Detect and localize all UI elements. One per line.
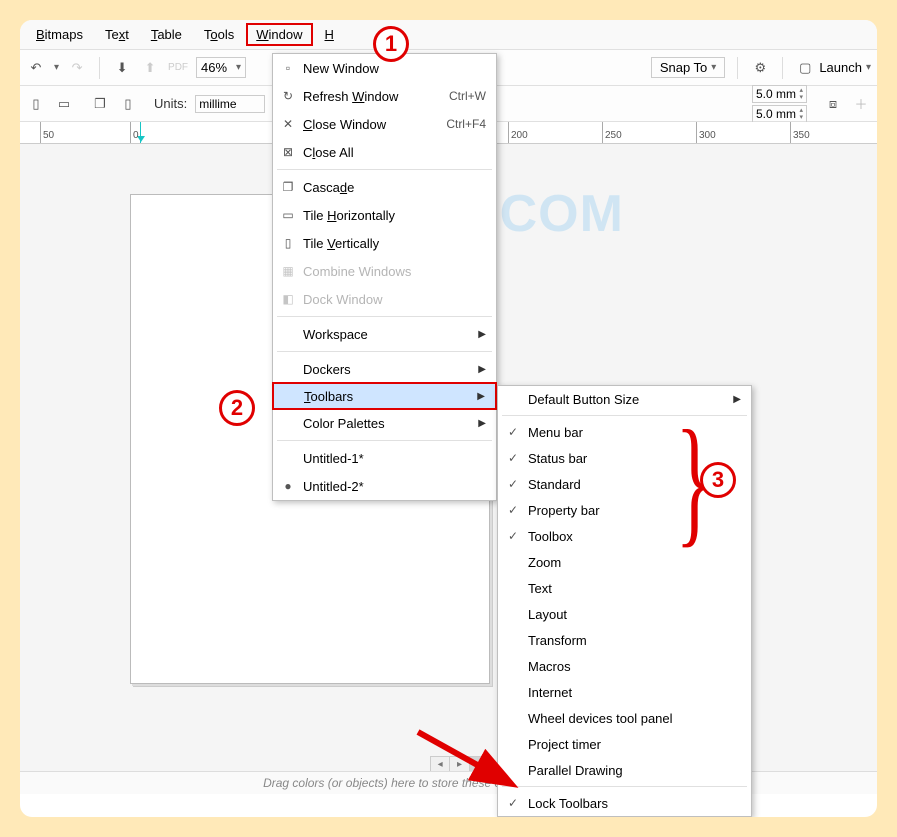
- check-icon: ✓: [504, 449, 522, 467]
- undo-caret[interactable]: ▾: [54, 62, 59, 73]
- current-page-icon[interactable]: ▯: [118, 94, 138, 114]
- crop-frame-icon[interactable]: ⧈: [823, 94, 843, 114]
- ruler-tick: 350: [793, 130, 810, 141]
- menu-toolbar-text[interactable]: Text: [498, 575, 751, 601]
- ruler-tick: 250: [605, 130, 622, 141]
- nudge-x-input[interactable]: 5.0 mm▴▾: [752, 85, 807, 103]
- menu-toolbar-transform[interactable]: Transform: [498, 627, 751, 653]
- menu-toolbar-parallel-drawing[interactable]: Parallel Drawing: [498, 757, 751, 783]
- check-icon: ✓: [504, 475, 522, 493]
- submenu-arrow-icon: ▶: [478, 364, 486, 375]
- import-icon[interactable]: ⬇: [112, 58, 132, 78]
- menu-tile-vertical[interactable]: ▯Tile Vertically: [273, 229, 496, 257]
- ruler-tick: 300: [699, 130, 716, 141]
- annotation-1: 1: [373, 26, 409, 62]
- menu-table[interactable]: Table: [141, 23, 192, 46]
- submenu-arrow-icon: ▶: [478, 418, 486, 429]
- menu-color-palettes[interactable]: Color Palettes▶: [273, 409, 496, 437]
- menu-toolbar-layout[interactable]: Layout: [498, 601, 751, 627]
- launch-window-icon: ▢: [795, 58, 815, 78]
- close-icon: ✕: [279, 115, 297, 133]
- tile-h-icon: ▭: [279, 206, 297, 224]
- menu-toolbars[interactable]: Toolbars▶: [272, 382, 497, 410]
- menu-toolbar-internet[interactable]: Internet: [498, 679, 751, 705]
- launch-button[interactable]: ▢Launch▾: [795, 58, 871, 78]
- ruler-marker: [140, 122, 141, 144]
- zoom-input[interactable]: 46%▾: [196, 57, 246, 78]
- ruler-tick: 0: [133, 130, 139, 141]
- refresh-icon: ↻: [279, 87, 297, 105]
- submenu-arrow-icon: ▶: [477, 391, 485, 402]
- menu-combine-windows: ▦Combine Windows: [273, 257, 496, 285]
- check-icon: ✓: [504, 423, 522, 441]
- units-label: Units:: [154, 96, 187, 111]
- menu-dockers[interactable]: Dockers▶: [273, 355, 496, 383]
- menu-lock-toolbars[interactable]: ✓Lock Toolbars: [498, 790, 751, 816]
- window-menu: ▫New Window ↻Refresh WindowCtrl+W ✕Close…: [272, 53, 497, 501]
- units-select[interactable]: millime: [195, 95, 265, 113]
- app-frame: BBitmapsitmaps Text Table Tools Window H…: [18, 18, 879, 819]
- combine-icon: ▦: [279, 262, 297, 280]
- menu-tile-horizontal[interactable]: ▭Tile Horizontally: [273, 201, 496, 229]
- menu-doc-untitled1[interactable]: Untitled-1*: [273, 444, 496, 472]
- menu-workspace[interactable]: Workspace▶: [273, 320, 496, 348]
- toolbars-submenu: Default Button Size▶ ✓Menu bar ✓Status b…: [497, 385, 752, 817]
- submenu-arrow-icon: ▶: [478, 329, 486, 340]
- menu-toolbar-macros[interactable]: Macros: [498, 653, 751, 679]
- annotation-arrow: [413, 727, 523, 797]
- options-gear-icon[interactable]: ⚙: [750, 58, 770, 78]
- menu-toolbar-propertybar[interactable]: ✓Property bar: [498, 497, 751, 523]
- menu-window[interactable]: Window: [246, 23, 312, 46]
- all-pages-icon[interactable]: ❐: [90, 94, 110, 114]
- submenu-arrow-icon: ▶: [733, 394, 741, 405]
- ruler-tick: 200: [511, 130, 528, 141]
- menu-doc-untitled2[interactable]: ●Untitled-2*: [273, 472, 496, 500]
- export-icon[interactable]: ⬆: [140, 58, 160, 78]
- menu-close-window[interactable]: ✕Close WindowCtrl+F4: [273, 110, 496, 138]
- check-icon: ✓: [504, 501, 522, 519]
- menu-toolbar-menubar[interactable]: ✓Menu bar: [498, 419, 751, 445]
- cascade-icon: ❐: [279, 178, 297, 196]
- tile-v-icon: ▯: [279, 234, 297, 252]
- nudge-y-input[interactable]: 5.0 mm▴▾: [752, 105, 807, 123]
- dock-icon: ◧: [279, 290, 297, 308]
- page-portrait-icon[interactable]: ▯: [26, 94, 46, 114]
- add-icon[interactable]: ＋: [851, 94, 871, 114]
- menu-toolbar-project-timer[interactable]: Project timer: [498, 731, 751, 757]
- menu-refresh-window[interactable]: ↻Refresh WindowCtrl+W: [273, 82, 496, 110]
- undo-icon[interactable]: ↶: [26, 58, 46, 78]
- annotation-2: 2: [219, 390, 255, 426]
- menu-help[interactable]: H: [315, 23, 344, 46]
- pdf-icon[interactable]: PDF: [168, 58, 188, 78]
- annotation-3: 3: [700, 462, 736, 498]
- menu-toolbar-wheel-devices[interactable]: Wheel devices tool panel: [498, 705, 751, 731]
- menu-text[interactable]: Text: [95, 23, 139, 46]
- snap-to-button[interactable]: Snap To▾: [651, 57, 726, 78]
- menu-toolbar-toolbox[interactable]: ✓Toolbox: [498, 523, 751, 549]
- check-icon: ✓: [504, 527, 522, 545]
- menu-cascade[interactable]: ❐Cascade: [273, 173, 496, 201]
- menu-bitmaps[interactable]: BBitmapsitmaps: [26, 23, 93, 46]
- close-all-icon: ⊠: [279, 143, 297, 161]
- menu-tools[interactable]: Tools: [194, 23, 244, 46]
- menubar: BBitmapsitmaps Text Table Tools Window H: [20, 20, 877, 50]
- new-window-icon: ▫: [279, 59, 297, 77]
- menu-toolbar-zoom[interactable]: Zoom: [498, 549, 751, 575]
- page-landscape-icon[interactable]: ▭: [54, 94, 74, 114]
- menu-close-all[interactable]: ⊠Close All: [273, 138, 496, 166]
- menu-dock-window: ◧Dock Window: [273, 285, 496, 313]
- menu-default-button-size[interactable]: Default Button Size▶: [498, 386, 751, 412]
- ruler-tick: 50: [43, 130, 54, 141]
- redo-icon[interactable]: ↷: [67, 58, 87, 78]
- active-doc-dot-icon: ●: [279, 477, 297, 495]
